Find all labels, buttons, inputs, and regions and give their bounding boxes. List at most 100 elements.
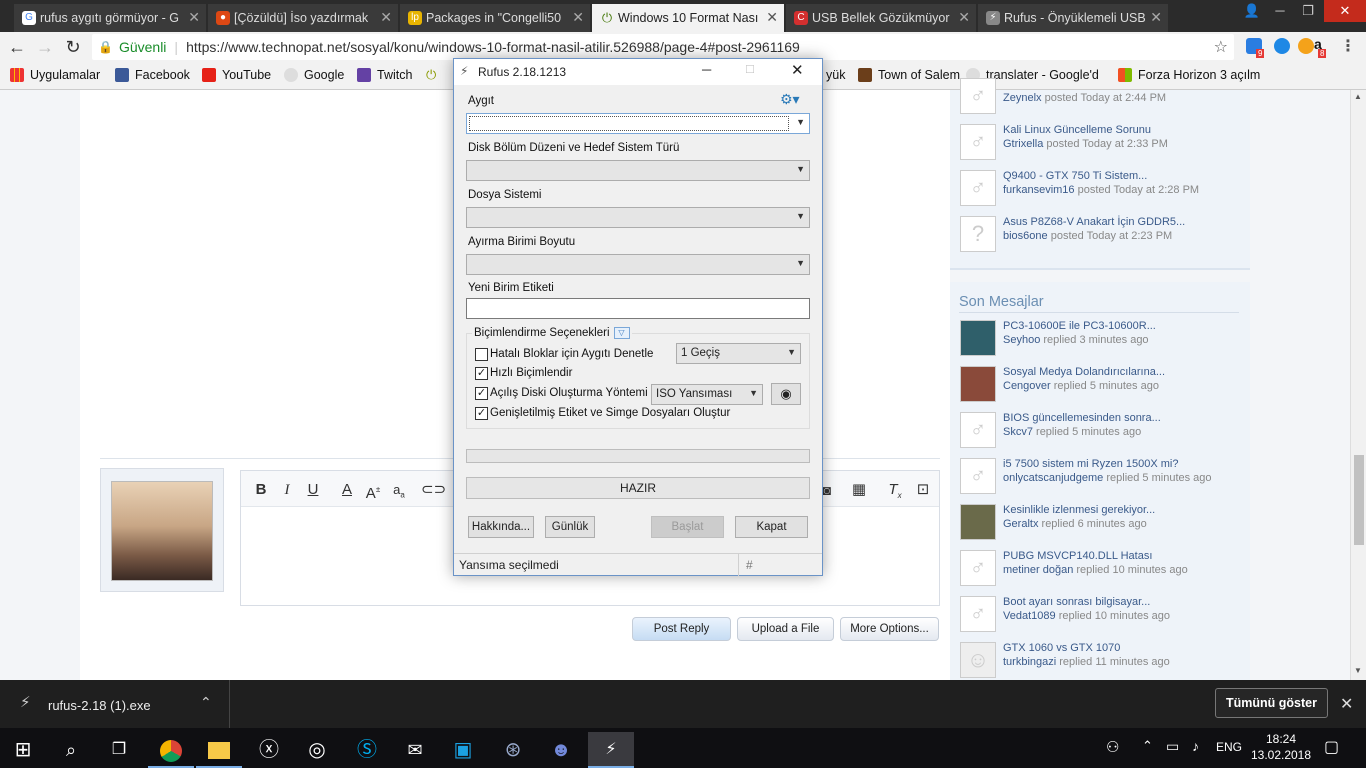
recent-item[interactable]: Kesinlikle izlenmesi gerekiyor... Geralt… [960,504,1200,546]
back-icon[interactable]: ← [6,36,28,58]
more-options-button[interactable]: More Options... [840,617,939,641]
recent-item[interactable]: PC3-10600E ile PC3-10600R... Seyhoo repl… [960,320,1200,362]
underline-icon[interactable]: U [301,479,325,501]
recent-item[interactable]: Sosyal Medya Dolandırıcılarına... Cengov… [960,366,1200,408]
tab-2[interactable]: lp Packages in "Congelli50 ✕ [400,4,590,32]
thread-title[interactable]: Kali Linux Güncelleme Sorunu [1003,124,1151,136]
thread-item[interactable]: ? Asus P8Z68-V Anakart İçin GDDR5... bio… [960,216,1200,258]
avatar[interactable] [111,481,213,581]
extension-icon[interactable] [1298,38,1314,54]
volume-icon[interactable]: ♪ [1192,738,1199,754]
chevron-up-icon[interactable]: ⌃ [200,694,212,711]
discord-icon[interactable]: ☻ [538,732,584,768]
network-icon[interactable]: ▭ [1166,738,1179,755]
extension-icon[interactable] [1274,38,1290,54]
extended-label-checkbox[interactable]: ✓ [475,407,488,420]
bookmark-power[interactable]: ⏻ [426,68,446,82]
skype-icon[interactable]: Ⓢ [344,732,390,768]
close-icon[interactable]: ✕ [791,61,804,79]
recent-user[interactable]: Geraltx [1003,518,1038,530]
device-properties-icon[interactable]: ⚙▾ [780,91,800,108]
recent-user[interactable]: turkbingazi [1003,656,1056,668]
device-select[interactable]: ▼ [466,113,810,134]
language-indicator[interactable]: ENG [1216,740,1242,754]
about-button[interactable]: Hakkında... [468,516,534,538]
bookmark-facebook[interactable]: Facebook [115,68,190,82]
recent-title[interactable]: GTX 1060 vs GTX 1070 [1003,642,1120,654]
page-scrollbar[interactable]: ▲ ▼ [1350,90,1366,680]
recent-user[interactable]: Seyhoo [1003,334,1040,346]
window-close-icon[interactable]: ✕ [1324,0,1366,22]
bookmark-town-of-salem[interactable]: Town of Salem [858,68,960,82]
recent-title[interactable]: BIOS güncellemesinden sonra... [1003,412,1161,424]
mail-icon[interactable]: ✉ [392,732,438,768]
hash-button[interactable]: # [746,558,753,572]
bookmark-youtube[interactable]: YouTube [202,68,271,82]
recent-user[interactable]: Vedat1089 [1003,610,1056,622]
thread-item[interactable]: ♂ Zeynelx posted Today at 2:44 PM [960,78,1200,120]
chevron-up-icon[interactable]: ⌃ [1142,738,1153,754]
select-image-button[interactable]: ◉ [771,383,801,405]
file-explorer-icon[interactable] [196,732,242,768]
address-bar[interactable]: 🔒 Güvenli | https://www.technopat.net/so… [92,34,1234,60]
recent-title[interactable]: i5 7500 sistem mi Ryzen 1500X mi? [1003,458,1178,470]
filesystem-select[interactable]: ▼ [466,207,810,228]
quick-format-checkbox[interactable]: ✓ [475,367,488,380]
recent-title[interactable]: PUBG MSVCP140.DLL Hatası [1003,550,1152,562]
search-icon[interactable]: ⌕ [48,732,94,768]
groove-icon[interactable]: ◎ [294,732,340,768]
store-icon[interactable]: ▣ [440,732,486,768]
bookmark-google[interactable]: Google [284,68,344,82]
font-family-icon[interactable]: aa [387,479,411,501]
tab-3-active[interactable]: ⏻ Windows 10 Format Nası ✕ [592,4,784,32]
chrome-icon[interactable] [148,732,194,768]
reload-icon[interactable]: ↻ [62,36,84,58]
italic-icon[interactable]: I [275,479,299,501]
tab-1[interactable]: ● [Çözüldü] İso yazdırmak ✕ [208,4,398,32]
link-icon[interactable]: ⊂⊃ [421,479,446,501]
volume-label-input[interactable] [466,298,810,319]
thread-user[interactable]: Zeynelx [1003,92,1042,104]
minimize-icon[interactable]: ─ [702,62,711,77]
thread-item[interactable]: ♂ Kali Linux Güncelleme Sorunu Gtrixella… [960,124,1200,166]
close-icon[interactable]: ✕ [766,9,778,26]
star-icon[interactable]: ☆ [1214,37,1228,57]
thread-user[interactable]: bios6one [1003,230,1048,242]
scroll-down-icon[interactable]: ▼ [1354,666,1362,675]
recent-title[interactable]: Kesinlikle izlenmesi gerekiyor... [1003,504,1155,516]
recent-item[interactable]: ♂ BIOS güncellemesinden sonra... Skcv7 r… [960,412,1200,454]
thread-title[interactable]: Asus P8Z68-V Anakart İçin GDDR5... [1003,216,1185,228]
clock-date[interactable]: 13.02.2018 [1250,748,1312,762]
close-icon[interactable]: ✕ [958,9,970,26]
recent-item[interactable]: ♂ i5 7500 sistem mi Ryzen 1500X mi? only… [960,458,1212,500]
recent-user[interactable]: Cengover [1003,380,1051,392]
cluster-size-select[interactable]: ▼ [466,254,810,275]
close-icon[interactable]: ✕ [1150,9,1162,26]
recent-title[interactable]: Boot ayarı sonrası bilgisayar... [1003,596,1150,608]
tab-4[interactable]: C USB Bellek Gözükmüyor ✕ [786,4,976,32]
recent-user[interactable]: metiner doğan [1003,564,1073,576]
recent-user[interactable]: onlycatscanjudgeme [1003,472,1103,484]
minimize-icon[interactable]: ─ [1266,0,1294,22]
recent-title[interactable]: Sosyal Medya Dolandırıcılarına... [1003,366,1165,378]
task-view-icon[interactable]: ❐ [96,732,142,768]
clear-format-icon[interactable]: Tx [883,479,907,501]
recent-item[interactable]: ♂ PUBG MSVCP140.DLL Hatası metiner doğan… [960,550,1200,592]
bootable-checkbox[interactable]: ✓ [475,387,488,400]
bookmark-partial[interactable]: yük [826,68,845,82]
draft-icon[interactable]: ⊡ [911,479,935,501]
post-reply-button[interactable]: Post Reply [632,617,731,641]
scroll-up-icon[interactable]: ▲ [1354,92,1362,101]
partition-select[interactable]: ▼ [466,160,810,181]
download-item[interactable]: ⚡ rufus-2.18 (1).exe ⌃ [0,680,230,728]
close-icon[interactable]: ✕ [572,9,584,26]
recent-item[interactable]: ♂ Boot ayarı sonrası bilgisayar... Vedat… [960,596,1200,638]
expand-options-icon[interactable]: ▽ [613,327,630,339]
close-icon[interactable]: ✕ [380,9,392,26]
font-size-icon[interactable]: A± [361,479,385,502]
scroll-thumb[interactable] [1354,455,1364,545]
close-button[interactable]: Kapat [735,516,808,538]
boot-type-select[interactable]: ISO Yansıması ▼ [651,384,763,405]
clock-time[interactable]: 18:24 [1256,732,1306,746]
tab-5[interactable]: ⚡ Rufus - Önyüklemeli USB ✕ [978,4,1168,32]
